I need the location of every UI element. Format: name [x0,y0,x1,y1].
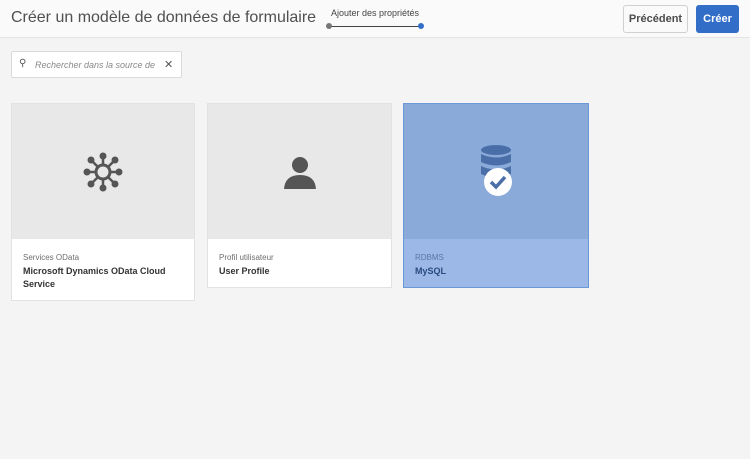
card-type: RDBMS [415,253,444,262]
header: Créer un modèle de données de formulaire… [0,0,750,38]
stepper-line [329,26,421,27]
step-label: Ajouter des propriétés [331,8,420,18]
database-check-icon [481,144,512,196]
user-icon [283,156,316,189]
card-image [12,104,194,239]
clear-icon[interactable]: ✕ [164,58,173,71]
card-odata[interactable]: Services OData Microsoft Dynamics OData … [11,103,195,301]
previous-button[interactable]: Précédent [623,5,688,33]
step-dot-1[interactable] [326,23,332,29]
card-image [208,104,391,239]
card-user-profile[interactable]: Profil utilisateur User Profile [207,103,392,288]
page-title: Créer un modèle de données de formulaire [11,9,317,26]
card-name: MySQL [415,266,447,276]
card-image [404,104,588,239]
card-type: Profil utilisateur [219,253,274,262]
card-name: User Profile [219,266,270,276]
search-placeholder: Rechercher dans la source de d [35,60,155,70]
create-button[interactable]: Créer [696,5,739,33]
network-hub-icon [83,152,123,191]
search-input[interactable]: ⚲ Rechercher dans la source de d ✕ [11,51,182,78]
card-name: Microsoft Dynamics OData Cloud Service [23,266,166,289]
card-type: Services OData [23,253,80,262]
card-mysql[interactable]: RDBMS MySQL [403,103,589,288]
search-icon: ⚲ [19,58,27,69]
step-dot-2[interactable] [418,23,424,29]
